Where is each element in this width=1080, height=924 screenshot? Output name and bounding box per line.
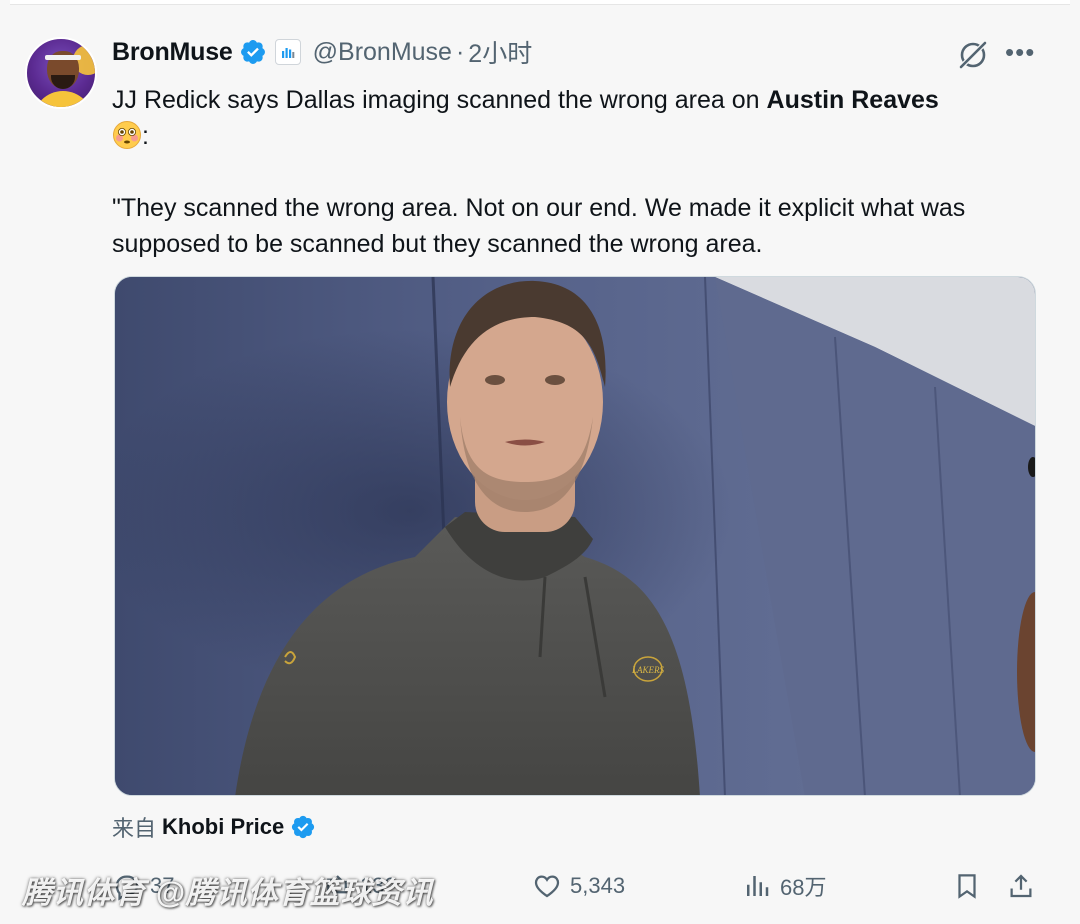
source-label: 来自 [112, 816, 157, 841]
tweet-header: BronMuse @BronMuse · 2小时 [112, 34, 532, 70]
tweet-card[interactable]: BronMuse @BronMuse · 2小时 ••• JJ Redick s… [0, 6, 1080, 924]
tweet-quote: "They scanned the wrong area. Not on our… [112, 194, 966, 258]
bookmark-icon [958, 874, 976, 899]
author-handle[interactable]: @BronMuse [313, 38, 452, 67]
avatar[interactable] [25, 37, 97, 109]
flushed-face-emoji [113, 121, 141, 149]
views-button[interactable]: 68万 [742, 866, 826, 906]
share-icon [1010, 874, 1032, 898]
share-button[interactable] [1006, 866, 1044, 906]
like-button[interactable]: 5,343 [532, 866, 625, 906]
mention-austin-reaves: Austin Reaves [766, 86, 939, 114]
top-divider [10, 0, 1070, 5]
verified-badge-icon [240, 40, 265, 64]
bookmark-button[interactable] [952, 866, 990, 906]
affiliate-chart-icon[interactable] [274, 39, 301, 65]
verified-badge-icon [292, 815, 315, 839]
svg-text:LAKERS: LAKERS [631, 665, 665, 675]
video-frame: LAKERS [115, 277, 1035, 795]
views-icon [747, 876, 769, 896]
source-name[interactable]: Khobi Price [162, 814, 284, 840]
like-count: 5,343 [570, 873, 626, 898]
tweet-text-line1: JJ Redick says Dallas imaging scanned th… [112, 86, 767, 114]
more-icon[interactable]: ••• [1005, 39, 1035, 65]
like-icon [534, 875, 560, 898]
tweet-text: JJ Redick says Dallas imaging scanned th… [112, 82, 1032, 262]
grok-icon[interactable] [956, 38, 990, 72]
tweet-text-colon: : [142, 122, 149, 150]
author-name[interactable]: BronMuse [112, 38, 233, 67]
tweet-time[interactable]: 2小时 [468, 34, 532, 70]
views-count: 68万 [780, 875, 827, 900]
source-attribution: 来自 Khobi Price [112, 812, 316, 842]
tweet-video[interactable]: LAKERS [114, 276, 1036, 796]
separator-dot: · [455, 37, 465, 66]
watermark: 腾讯体育 @腾讯体育篮球资讯 [22, 877, 434, 910]
